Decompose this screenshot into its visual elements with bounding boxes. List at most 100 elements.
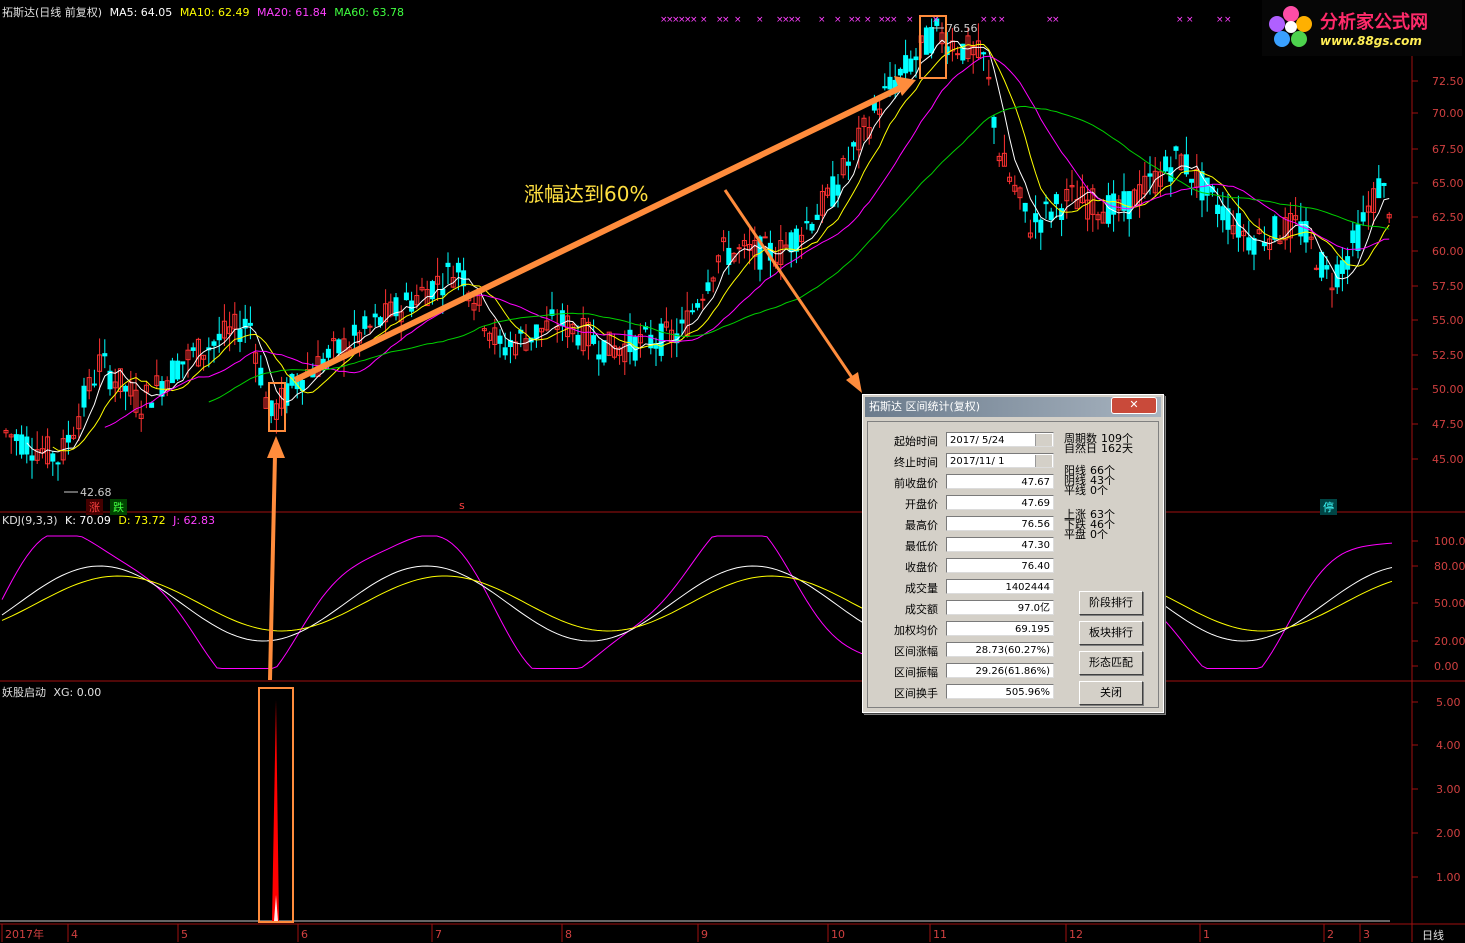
x-mark: × [690, 15, 698, 25]
candle-body [81, 385, 87, 408]
candle-body [1324, 265, 1330, 270]
kdj-lines [1, 535, 1393, 669]
tag-s: s [459, 499, 465, 512]
stat-value: 47.30 [946, 537, 1054, 552]
ma5-line [26, 39, 1390, 454]
x-mark: × [722, 15, 730, 25]
stat-label: 终止时间 [894, 456, 938, 469]
flower-icon [1269, 6, 1312, 47]
period-label[interactable]: 日线 [1422, 927, 1444, 943]
candle-body [325, 348, 331, 358]
candle-body [1147, 173, 1153, 177]
time-tick: 8 [565, 928, 572, 941]
candle-body [845, 161, 851, 166]
candle-body [726, 247, 732, 265]
pattern-match-button[interactable]: 形态匹配 [1079, 651, 1143, 675]
moving-averages [26, 39, 1390, 454]
x-mark: × [794, 15, 802, 25]
candle-body [190, 347, 196, 351]
candle-body [211, 341, 217, 346]
candle-body [705, 282, 711, 292]
date-spinner[interactable] [1035, 434, 1052, 446]
stat-label: 收盘价 [905, 561, 938, 574]
candle-body [455, 262, 461, 273]
candle-body [736, 247, 742, 250]
time-tick: 12 [1069, 928, 1083, 941]
candle-body [1350, 230, 1356, 244]
stat-label: 前收盘价 [894, 477, 938, 490]
stat-value: 47.69 [946, 495, 1054, 510]
candle-body [1022, 202, 1028, 212]
candle-body [1246, 237, 1252, 251]
side-stat: 平线 0个 [1064, 484, 1108, 497]
ma60-line [208, 105, 1390, 403]
price-tick: 57.50 [1432, 280, 1464, 293]
candle-body [29, 455, 35, 461]
candle-body [1215, 204, 1221, 215]
candle-body [1355, 224, 1361, 251]
candle-body [13, 434, 19, 442]
x-mark: × [1224, 15, 1232, 25]
stat-value: 28.73(60.27%) [946, 642, 1054, 657]
xg-tick: 4.00 [1436, 739, 1461, 752]
date-spinner[interactable] [1035, 455, 1052, 467]
close-icon[interactable]: ✕ [1111, 397, 1157, 414]
candle-body [1189, 178, 1195, 183]
close-button[interactable]: 关闭 [1079, 681, 1143, 705]
candle-body [1360, 212, 1366, 222]
candle-body [1038, 219, 1044, 233]
price-tick: 72.50 [1432, 75, 1464, 88]
x-mark: × [818, 15, 826, 25]
stat-label: 成交额 [905, 603, 938, 616]
candle-body [367, 325, 373, 328]
candle-body [679, 319, 685, 324]
candle-body [851, 142, 857, 147]
candle-body [237, 328, 243, 342]
candle-body [601, 340, 607, 363]
kdj-header: KDJ(9,3,3) K: 70.09 D: 73.72 J: 62.83 [2, 514, 216, 527]
stat-label: 最高价 [905, 519, 938, 532]
candle-body [1381, 182, 1387, 186]
dialog-arrow [723, 189, 857, 383]
xg-tick: 3.00 [1436, 783, 1461, 796]
candle-body [24, 436, 30, 455]
price-tick: 52.50 [1432, 349, 1464, 362]
candle-body [955, 53, 961, 56]
stat-label: 最低价 [905, 540, 938, 553]
candle-body [533, 324, 539, 339]
stat-value: 76.40 [946, 558, 1054, 573]
x-mark: × [1216, 15, 1224, 25]
candle-body [1319, 251, 1325, 278]
stock-chart[interactable]: 72.5070.0067.5065.0062.5060.0057.5055.00… [0, 0, 1465, 942]
tag-fall: 跌 [110, 499, 127, 515]
stat-value: 505.96% [946, 684, 1054, 699]
x-mark: × [1052, 15, 1060, 25]
candle-body [258, 367, 264, 386]
candle-body [440, 288, 446, 296]
annotation-text: 涨幅达到60% [524, 182, 648, 206]
time-tick: 7 [435, 928, 442, 941]
price-tick: 50.00 [1432, 383, 1464, 396]
candle-body [403, 292, 409, 301]
candle-body [908, 58, 914, 72]
candle-body [1339, 260, 1345, 274]
stat-label: 成交量 [905, 582, 938, 595]
x-mark: × [932, 15, 940, 25]
time-tick: 2017年 [5, 927, 44, 941]
stat-label: 区间换手 [894, 687, 938, 700]
candle-body [50, 453, 56, 462]
ma10-line [52, 43, 1390, 452]
date-field[interactable]: 2017/ 5/24 [946, 432, 1054, 447]
candle-body [409, 300, 415, 312]
side-stat: 自然日 162天 [1064, 442, 1133, 455]
kdj-tick: 20.00 [1434, 635, 1465, 648]
sector-rank-button[interactable]: 板块排行 [1079, 621, 1143, 645]
date-field[interactable]: 2017/11/ 1 [946, 453, 1054, 468]
price-tick: 70.00 [1432, 107, 1464, 120]
candle-body [247, 322, 253, 326]
candle-body [591, 335, 597, 344]
stage-rank-button[interactable]: 阶段排行 [1079, 591, 1143, 615]
candle-body [762, 236, 768, 239]
time-tick: 4 [71, 928, 78, 941]
time-tick: 9 [701, 928, 708, 941]
